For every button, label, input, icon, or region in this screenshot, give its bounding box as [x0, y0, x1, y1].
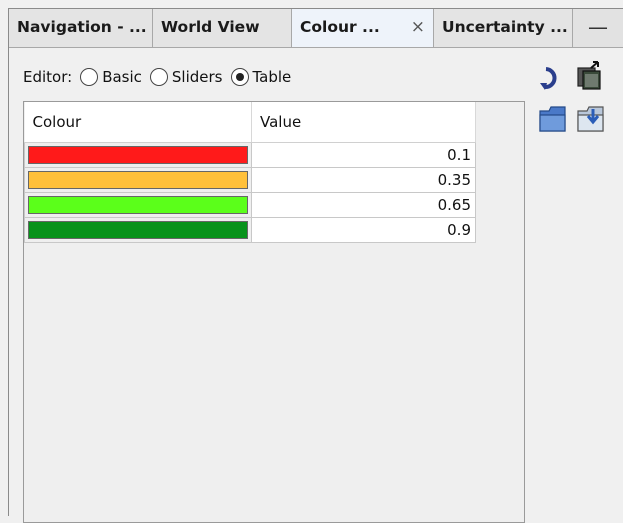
copy-to-window-icon[interactable] — [573, 59, 607, 93]
radio-basic[interactable]: Basic — [80, 68, 142, 86]
radio-selected-icon[interactable] — [230, 68, 249, 86]
value-cell[interactable]: 0.9 — [251, 216, 476, 243]
tab-label: Navigation - ... — [17, 18, 147, 36]
value-cell[interactable]: 0.65 — [251, 191, 476, 218]
column-header-colour[interactable]: Colour — [24, 102, 252, 143]
colour-cell[interactable] — [24, 166, 252, 193]
refresh-icon[interactable] — [534, 61, 568, 95]
column-header-value[interactable]: Value — [251, 102, 476, 143]
radio-circle-icon[interactable] — [80, 68, 99, 86]
colour-editor-window: Navigation - ... World View Colour ... ×… — [8, 8, 623, 523]
colour-swatch[interactable] — [28, 220, 248, 239]
radio-label: Table — [252, 68, 292, 86]
colour-table: Colour Value 0.1 0.35 0.65 0.9 — [24, 102, 476, 243]
tab-label: Uncertainty ... — [442, 18, 568, 36]
tab-colour[interactable]: Colour ... × — [292, 9, 434, 47]
table-row: 0.9 — [24, 216, 476, 243]
colour-swatch[interactable] — [28, 145, 248, 164]
tab-label: Colour ... — [300, 18, 380, 36]
editor-mode-selector: Editor: Basic Sliders Table — [23, 65, 291, 89]
value-cell[interactable]: 0.35 — [251, 166, 476, 193]
save-icon[interactable] — [575, 101, 609, 135]
radio-circle-icon[interactable] — [149, 68, 168, 86]
close-tab-icon[interactable]: × — [411, 9, 425, 46]
colour-swatch[interactable] — [28, 170, 248, 189]
radio-sliders[interactable]: Sliders — [149, 68, 223, 86]
colour-swatch[interactable] — [28, 195, 248, 214]
colour-cell[interactable] — [24, 141, 252, 168]
table-row: 0.1 — [24, 141, 476, 168]
tab-bar: Navigation - ... World View Colour ... ×… — [9, 9, 623, 48]
tab-world-view[interactable]: World View — [153, 9, 292, 47]
editor-label: Editor: — [23, 68, 73, 86]
tab-uncertainty[interactable]: Uncertainty ... — [434, 9, 573, 47]
colour-table-panel: Colour Value 0.1 0.35 0.65 0.9 — [23, 101, 525, 523]
value-cell[interactable]: 0.1 — [251, 141, 476, 168]
open-folder-icon[interactable] — [537, 101, 571, 135]
table-row: 0.65 — [24, 191, 476, 218]
radio-label: Basic — [102, 68, 142, 86]
colour-cell[interactable] — [24, 216, 252, 243]
radio-table[interactable]: Table — [230, 68, 292, 86]
minimize-button[interactable]: — — [573, 9, 623, 47]
tab-label: World View — [161, 18, 260, 36]
colour-cell[interactable] — [24, 191, 252, 218]
table-row: 0.35 — [24, 166, 476, 193]
tab-navigation[interactable]: Navigation - ... — [9, 9, 153, 47]
radio-label: Sliders — [171, 68, 223, 86]
